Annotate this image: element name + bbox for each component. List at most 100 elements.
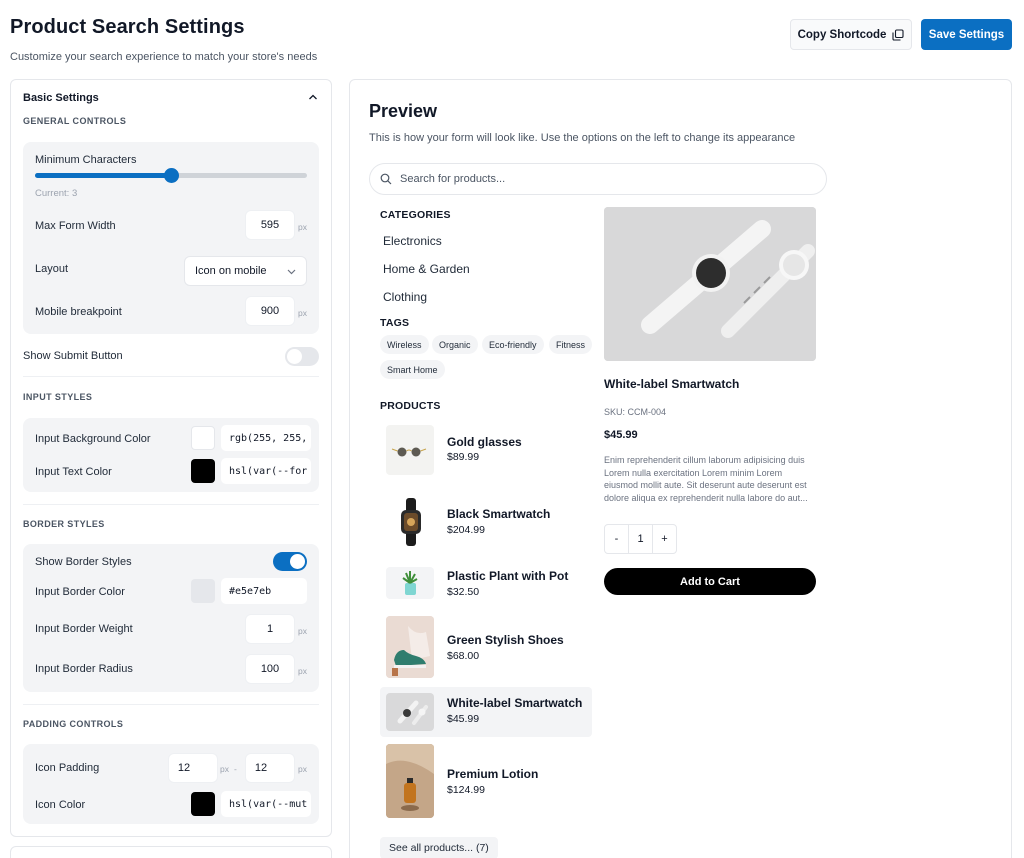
settings-panel-next-section bbox=[10, 846, 332, 858]
icon-padding-input-a[interactable]: 12 bbox=[168, 753, 218, 783]
input-border-color-input[interactable]: #e5e7eb bbox=[221, 578, 307, 604]
product-item-green-shoes[interactable]: Green Stylish Shoes $68.00 bbox=[380, 616, 592, 678]
product-item-black-smartwatch[interactable]: Black Smartwatch $204.99 bbox=[380, 496, 592, 548]
category-electronics[interactable]: Electronics bbox=[383, 234, 442, 248]
tag-wireless[interactable]: Wireless bbox=[380, 335, 429, 354]
input-border-radius-unit: px bbox=[298, 666, 307, 676]
product-name: White-label Smartwatch bbox=[447, 696, 583, 710]
product-name: Black Smartwatch bbox=[447, 507, 551, 521]
product-detail-image bbox=[604, 207, 816, 361]
input-border-weight-label: Input Border Weight bbox=[35, 623, 133, 635]
product-item-gold-glasses[interactable]: Gold glasses $89.99 bbox=[380, 425, 592, 475]
copy-icon bbox=[892, 28, 904, 41]
input-border-weight-input[interactable]: 1 bbox=[245, 614, 295, 644]
product-item-premium-lotion[interactable]: Premium Lotion $124.99 bbox=[380, 744, 592, 818]
icon-padding-separator: - bbox=[234, 764, 237, 774]
product-thumbnail bbox=[386, 693, 434, 731]
copy-shortcode-label: Copy Shortcode bbox=[797, 28, 887, 41]
icon-padding-unit-b: px bbox=[298, 764, 307, 774]
icon-color-label: Icon Color bbox=[35, 799, 86, 811]
min-chars-label: Minimum Characters bbox=[35, 154, 137, 166]
chevron-down-icon bbox=[287, 269, 296, 275]
input-bg-color-swatch[interactable] bbox=[191, 426, 215, 450]
product-detail-sku: SKU: CCM-004 bbox=[604, 407, 667, 417]
input-bg-color-input[interactable]: rgb(255, 255, bbox=[221, 425, 311, 451]
input-text-color-input[interactable]: hsl(var(--for bbox=[221, 458, 311, 484]
min-chars-current: Current: 3 bbox=[35, 188, 78, 199]
product-thumbnail bbox=[386, 567, 434, 599]
product-thumbnail bbox=[386, 616, 434, 678]
tag-organic[interactable]: Organic bbox=[432, 335, 478, 354]
category-clothing[interactable]: Clothing bbox=[383, 290, 427, 304]
quantity-value[interactable]: 1 bbox=[628, 525, 653, 553]
product-item-white-smartwatch[interactable]: White-label Smartwatch $45.99 bbox=[380, 687, 592, 737]
layout-label: Layout bbox=[35, 263, 69, 275]
max-form-width-label: Max Form Width bbox=[35, 220, 116, 232]
border-styles-group: Show Border Styles Input Border Color #e… bbox=[23, 544, 319, 692]
min-chars-slider-track[interactable] bbox=[35, 168, 307, 183]
product-thumbnail bbox=[386, 496, 434, 548]
input-border-color-label: Input Border Color bbox=[35, 586, 125, 598]
show-submit-toggle[interactable] bbox=[285, 347, 319, 366]
search-icon bbox=[380, 173, 392, 185]
product-detail-name: White-label Smartwatch bbox=[604, 377, 740, 391]
input-styles-label: INPUT STYLES bbox=[23, 392, 93, 402]
save-settings-button[interactable]: Save Settings bbox=[921, 19, 1012, 50]
quantity-increment-button[interactable]: + bbox=[653, 533, 676, 545]
product-item-plastic-plant[interactable]: Plastic Plant with Pot $32.50 bbox=[380, 567, 592, 603]
product-thumbnail bbox=[386, 425, 434, 475]
chevron-up-icon[interactable] bbox=[308, 93, 318, 101]
input-text-color-label: Input Text Color bbox=[35, 466, 112, 478]
border-styles-label: BORDER STYLES bbox=[23, 519, 105, 529]
divider bbox=[23, 704, 319, 705]
input-border-radius-input[interactable]: 100 bbox=[245, 654, 295, 684]
preview-title: Preview bbox=[369, 101, 438, 121]
products-heading: PRODUCTS bbox=[380, 400, 441, 412]
quantity-decrement-button[interactable]: - bbox=[605, 533, 628, 545]
category-home-garden[interactable]: Home & Garden bbox=[383, 262, 470, 276]
input-border-radius-label: Input Border Radius bbox=[35, 663, 133, 675]
show-border-toggle[interactable] bbox=[273, 552, 307, 571]
preview-panel: Preview This is how your form will look … bbox=[349, 79, 1012, 858]
product-price: $32.50 bbox=[447, 586, 480, 598]
icon-color-swatch[interactable] bbox=[191, 792, 215, 816]
icon-padding-unit-a: px bbox=[220, 764, 229, 774]
product-price: $89.99 bbox=[447, 451, 480, 463]
see-all-products-button[interactable]: See all products... (7) bbox=[380, 837, 498, 858]
tag-fitness[interactable]: Fitness bbox=[549, 335, 593, 354]
icon-padding-label: Icon Padding bbox=[35, 762, 100, 774]
padding-controls-label: PADDING CONTROLS bbox=[23, 719, 124, 729]
add-to-cart-button[interactable]: Add to Cart bbox=[604, 568, 816, 595]
page-title: Product Search Settings bbox=[10, 16, 245, 38]
quantity-stepper: - 1 + bbox=[604, 524, 677, 554]
input-text-color-swatch[interactable] bbox=[191, 459, 215, 483]
mobile-breakpoint-label: Mobile breakpoint bbox=[35, 306, 122, 318]
categories-heading: CATEGORIES bbox=[380, 209, 451, 221]
mobile-breakpoint-input[interactable]: 900 bbox=[245, 296, 295, 326]
layout-select-value: Icon on mobile bbox=[195, 265, 267, 277]
icon-padding-input-b[interactable]: 12 bbox=[245, 753, 295, 783]
tag-smart-home[interactable]: Smart Home bbox=[380, 360, 445, 379]
min-chars-slider-handle[interactable] bbox=[164, 168, 179, 183]
product-name: Plastic Plant with Pot bbox=[447, 569, 569, 583]
general-controls-group: Minimum Characters Current: 3 Max Form W… bbox=[23, 142, 319, 334]
layout-select[interactable]: Icon on mobile bbox=[184, 256, 307, 286]
product-price: $124.99 bbox=[447, 784, 485, 796]
product-name: Green Stylish Shoes bbox=[447, 633, 564, 647]
input-styles-group: Input Background Color rgb(255, 255, Inp… bbox=[23, 418, 319, 492]
min-chars-slider-fill bbox=[35, 173, 171, 178]
icon-color-input[interactable]: hsl(var(--mut bbox=[221, 791, 311, 817]
product-name: Gold glasses bbox=[447, 435, 522, 449]
mobile-breakpoint-unit: px bbox=[298, 308, 307, 318]
tag-eco-friendly[interactable]: Eco-friendly bbox=[482, 335, 544, 354]
input-border-color-swatch[interactable] bbox=[191, 579, 215, 603]
preview-search-input[interactable]: Search for products... bbox=[369, 163, 827, 195]
input-bg-color-label: Input Background Color bbox=[35, 433, 151, 445]
show-border-toggle-knob bbox=[290, 554, 305, 569]
page-subtitle: Customize your search experience to matc… bbox=[10, 51, 318, 63]
product-detail-description: Enim reprehenderit cillum laborum adipis… bbox=[604, 455, 808, 503]
max-form-width-input[interactable]: 595 bbox=[245, 210, 295, 240]
copy-shortcode-button[interactable]: Copy Shortcode bbox=[790, 19, 912, 50]
show-submit-label: Show Submit Button bbox=[23, 350, 123, 362]
search-placeholder: Search for products... bbox=[400, 173, 506, 185]
